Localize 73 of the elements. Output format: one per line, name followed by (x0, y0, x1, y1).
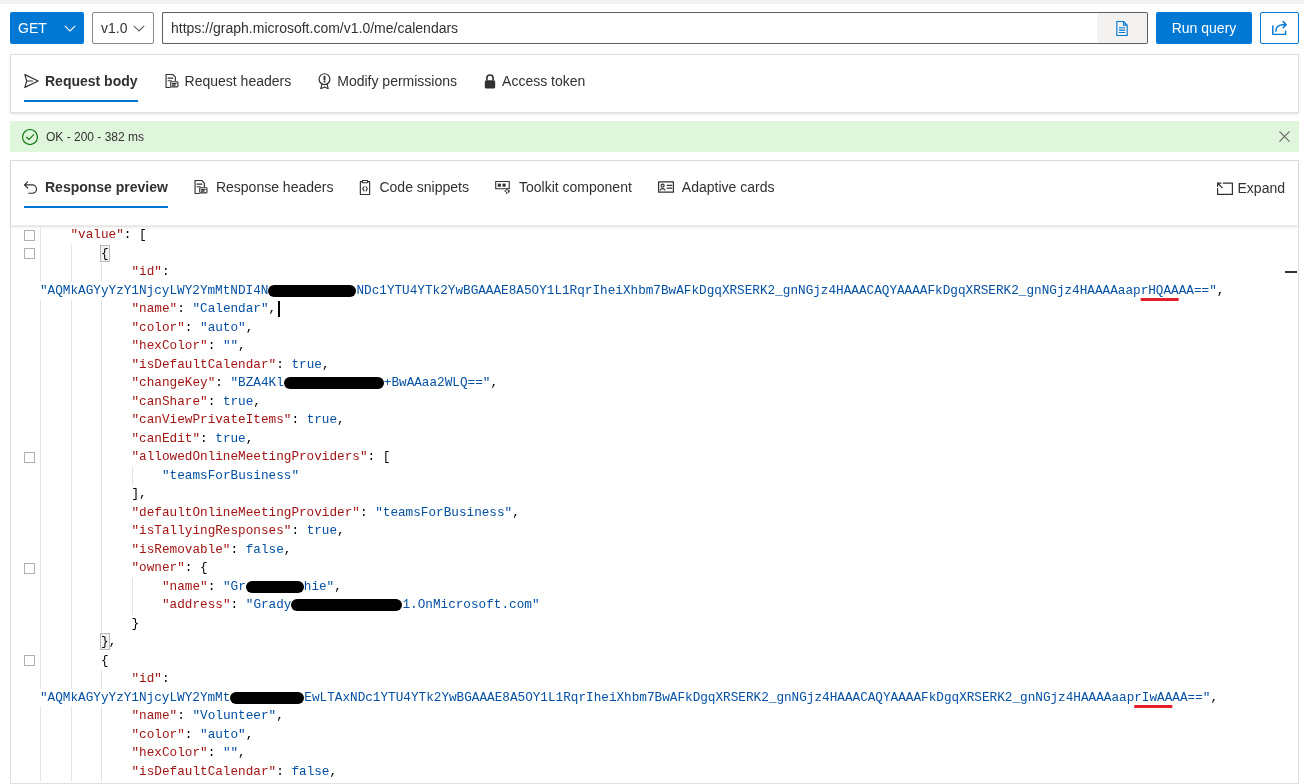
tab[interactable]: Access token (484, 62, 586, 102)
fold-toggle[interactable] (24, 248, 35, 260)
version-dropdown[interactable]: v1.0 (92, 12, 154, 44)
code-text: +BwAAaa2WLQ==", (383, 374, 498, 392)
badge-icon (318, 73, 332, 89)
code-text: "owner": { (131, 559, 208, 577)
tab[interactable]: Adaptive cards (657, 168, 775, 208)
tab[interactable]: Request headers (164, 62, 292, 102)
share-button[interactable] (1260, 12, 1299, 44)
code-text: "isDefaultCalendar": true, (131, 355, 330, 374)
expand-button[interactable]: Expand (1216, 168, 1285, 208)
code-text: "allowedOnlineMeetingProviders": [ (131, 448, 391, 466)
code-text: "name": "Calendar", (131, 300, 277, 318)
code-text: "teamsForBusiness" (162, 466, 300, 485)
blocks-gear-icon (495, 180, 511, 194)
curved-arrow-icon (24, 180, 37, 194)
code-text: "color": "auto", (131, 725, 254, 744)
code-text: "changeKey": "BZA4Kl (131, 374, 284, 392)
code-text: "value": [ (70, 226, 147, 244)
close-button[interactable] (1278, 130, 1290, 143)
code-text: "isDefaultCalendar": false, (131, 762, 338, 781)
status-text: OK - 200 - 382 ms (46, 128, 145, 146)
code-text: { (101, 651, 109, 670)
run-query-button[interactable]: Run query (1156, 12, 1252, 44)
code-text: NDc1YTU4YTk2YwBGAAAE8A5OY1L1RqrIheiXhbm7BwAFkDgqXRSERK2_gnNGjz4HAAACAQYAAAAFkDgqXRSERK2_gnNGjz4HAAAAaaprHQAAAA==", (356, 281, 1225, 300)
tab[interactable]: Request body (24, 62, 138, 102)
code-text: "name": "Gr (162, 577, 246, 596)
method-dropdown[interactable]: GET (10, 12, 84, 44)
text-caret (278, 301, 281, 318)
code-text: } (131, 614, 140, 633)
expand-icon (1216, 181, 1233, 195)
code-text: "canEdit": true, (131, 429, 254, 448)
id-card-icon (657, 181, 674, 193)
code-text: "color": "auto", (131, 318, 254, 337)
code-text: "name": "Volunteer", (131, 707, 284, 725)
tab[interactable]: Modify permissions (318, 62, 458, 102)
close-icon (1278, 131, 1290, 142)
document-icon (193, 179, 208, 195)
redaction-mark (245, 580, 304, 593)
fold-toggle[interactable] (24, 562, 35, 574)
code-text: }, (101, 633, 117, 651)
code-text: 1.OnMicrosoft.com" (402, 596, 540, 614)
code-text: "id": (131, 670, 170, 688)
code-text: "isTallyingResponses": true, (131, 522, 345, 540)
code-text: "isRemovable": false, (131, 540, 292, 559)
fold-toggle[interactable] (24, 451, 35, 463)
tab[interactable]: Toolkit component (495, 168, 632, 208)
code-text: "address": "Grady (162, 596, 292, 614)
send-icon (24, 74, 39, 88)
chevron-down-icon (64, 24, 76, 32)
code-text: EwLTAxNDc1YTU4YTk2YwBGAAAE8A5OY1L1RqrIheiXhbm7BwAFkDgqXRSERK2_gnNGjz4HAAACAQYAAAAFkDgqXRSERK2_gnNGjz4HAAAAaaprIwAAAA==", (304, 688, 1219, 707)
code-text: "AQMkAGYyYzY1NjcyLWY2YmMtNDI4N (40, 281, 269, 300)
chevron-down-icon (133, 24, 145, 32)
tab[interactable]: Code snippets (359, 168, 469, 208)
code-text: "defaultOnlineMeetingProvider": "teamsForBusiness", (131, 503, 520, 522)
share-icon (1272, 21, 1287, 35)
document-icon (164, 73, 179, 89)
code-text: "hexColor": "", (131, 744, 246, 762)
code-text: "canShare": true, (131, 392, 261, 411)
code-text: hie", (303, 577, 342, 596)
fold-toggle[interactable] (24, 229, 35, 241)
tab[interactable]: Response preview (24, 168, 168, 208)
code-text: "hexColor": "", (131, 337, 246, 355)
ruler-mark (1285, 271, 1297, 273)
code-text: "id": (131, 263, 170, 281)
tab[interactable]: Response headers (193, 168, 334, 208)
clipboard-icon (359, 179, 372, 195)
code-text: { (101, 244, 109, 263)
fold-toggle[interactable] (24, 655, 35, 667)
code-text: ], (131, 485, 147, 503)
lock-icon (484, 73, 497, 89)
code-text: "canViewPrivateItems": true, (131, 411, 345, 429)
code-text: "AQMkAGYyYzY1NjcyLWY2YmMt (40, 688, 231, 707)
